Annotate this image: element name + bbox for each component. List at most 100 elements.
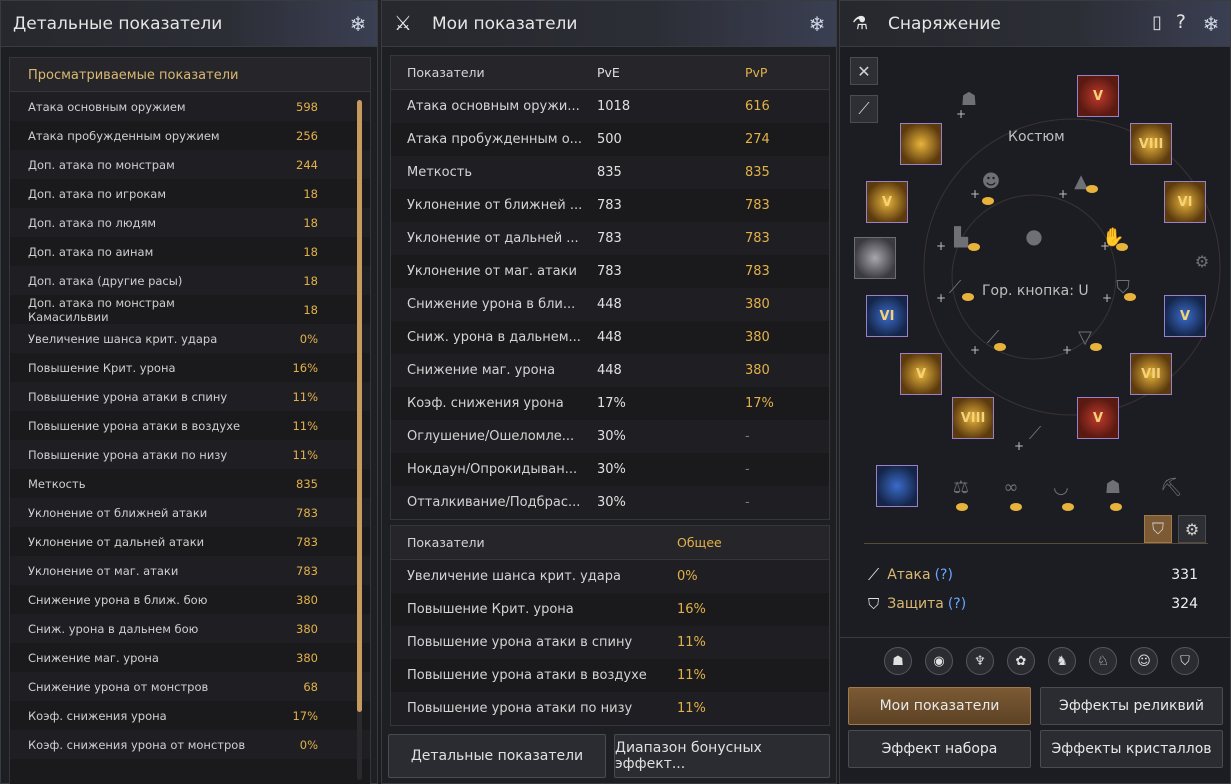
stat-value: 18 <box>303 215 318 230</box>
equip-slot-earring-right[interactable]: VI <box>1164 181 1206 223</box>
add-icon[interactable]: + <box>1062 343 1072 357</box>
stats-scrollbar[interactable] <box>357 100 362 780</box>
close-snowflake-icon[interactable]: ❄ <box>1200 13 1222 35</box>
document-icon[interactable]: ▯ <box>1152 12 1162 33</box>
pickaxe-icon[interactable]: ⟋ <box>850 95 878 123</box>
close-snowflake-icon[interactable]: ❄ <box>347 13 369 35</box>
stat-row: Уклонение от маг. атаки 783 <box>10 556 370 585</box>
paw-icon[interactable]: ✿ <box>1007 647 1035 675</box>
equip-slot-alchemy-stone[interactable] <box>876 465 918 507</box>
pickaxe-icon[interactable]: ⛏ <box>1160 477 1183 499</box>
demon-icon[interactable]: ♆ <box>966 647 994 675</box>
add-icon[interactable]: + <box>956 107 966 121</box>
crystal-effects-button[interactable]: Эффекты кристаллов <box>1040 730 1223 768</box>
detailed-stats-title: Детальные показатели <box>13 13 223 34</box>
equip-slot-helmet[interactable]: V <box>1077 75 1119 117</box>
close-snowflake-icon[interactable]: ❄ <box>806 13 828 35</box>
crossed-swords-icon[interactable]: ✕ <box>850 57 878 85</box>
sword-shield-toggle-icon[interactable]: ⛉ <box>1144 515 1172 543</box>
stat-row: Атака основным оружием 598 <box>10 92 370 121</box>
stats-scrollbar-thumb[interactable] <box>357 100 362 712</box>
stat-value: 18 <box>303 244 318 259</box>
stat-row: Доп. атака по людям 18 <box>10 208 370 237</box>
add-icon[interactable]: + <box>1100 239 1110 253</box>
body-costume-icon[interactable]: ☗ <box>1102 477 1124 499</box>
lifeskill-scale-icon[interactable]: ⚖ <box>950 477 972 499</box>
stat-row: Уклонение от дальней атаки 783 <box>10 527 370 556</box>
add-icon[interactable]: + <box>1014 439 1024 453</box>
person-icon[interactable]: ☺ <box>1130 647 1158 675</box>
stat-name: Уклонение от ближней ... <box>407 198 583 213</box>
equipment-icon: ⚗ <box>852 13 869 34</box>
table-row: Атака основным оружи... 1018 616 <box>391 90 829 123</box>
col-header-pvp: PvP <box>745 65 768 80</box>
equip-slot-boots[interactable]: VIII <box>952 397 994 439</box>
total-value: 11% <box>677 668 706 683</box>
stat-name: Повышение Крит. урона <box>28 360 176 375</box>
defense-help[interactable]: (?) <box>948 596 966 612</box>
category-icon-row: ☗ ◉ ♆ ✿ ♞ ♘ ☺ ⛉ <box>884 647 1199 675</box>
add-icon[interactable]: + <box>970 343 980 357</box>
table-row: Атака пробужденным о... 500 274 <box>391 123 829 156</box>
add-icon[interactable]: + <box>1102 291 1112 305</box>
stat-name: Увеличение шанса крит. удара <box>407 569 621 584</box>
stat-name: Повышение урона атаки в воздухе <box>407 668 647 683</box>
coin-icon <box>1116 243 1128 251</box>
equip-slot-armor[interactable]: V <box>1077 397 1119 439</box>
stat-name: Уклонение от маг. атаки <box>28 563 179 578</box>
add-icon[interactable]: + <box>970 187 980 201</box>
set-effect-button[interactable]: Эффект набора <box>848 730 1031 768</box>
stat-row: Повышение урона атаки в спину 11% <box>10 382 370 411</box>
equip-slot-earring-left[interactable] <box>900 123 942 165</box>
coin-icon <box>1010 503 1022 511</box>
horse-icon[interactable]: ♞ <box>1048 647 1076 675</box>
stat-value: 17% <box>292 708 318 723</box>
dragon-icon[interactable]: ♘ <box>1089 647 1117 675</box>
mask-icon[interactable]: ◉ <box>925 647 953 675</box>
settings-gear-icon[interactable]: ⚙ <box>1178 515 1206 543</box>
pvp-value: 380 <box>745 297 770 312</box>
relic-effects-button[interactable]: Эффекты реликвий <box>1040 687 1223 725</box>
coin-icon <box>968 243 980 251</box>
shield-icon[interactable]: ⛉ <box>1171 647 1199 675</box>
stat-value: 380 <box>296 621 318 636</box>
table-row: Уклонение от маг. атаки 783 783 <box>391 255 829 288</box>
lips-icon[interactable]: ◡ <box>1050 477 1072 499</box>
coin-icon <box>982 197 994 205</box>
equip-slot-ring-left[interactable]: V <box>866 181 908 223</box>
stat-row: Повышение урона атаки по низу 11% <box>10 440 370 469</box>
stat-name: Повышение Крит. урона <box>407 602 574 617</box>
bonus-range-button[interactable]: Диапазон бонусных эффект... <box>614 734 830 778</box>
attack-help[interactable]: (?) <box>935 567 953 583</box>
equip-slot-ring-right[interactable]: VIII <box>1130 123 1172 165</box>
equip-slot-main-weapon[interactable]: V <box>900 353 942 395</box>
equip-slot-necklace[interactable]: VII <box>1130 353 1172 395</box>
pve-value: 500 <box>597 132 622 147</box>
add-icon[interactable]: + <box>936 291 946 305</box>
pve-value: 30% <box>597 429 626 444</box>
glasses-icon[interactable]: ∞ <box>1000 477 1022 499</box>
stat-value: 18 <box>303 186 318 201</box>
pvp-value: 380 <box>745 330 770 345</box>
pve-value: 448 <box>597 330 622 345</box>
stat-row: Повышение урона атаки в воздухе 11% <box>10 411 370 440</box>
sword-shield-icon: ⚔ <box>394 10 412 35</box>
stat-name: Доп. атака по людям <box>28 215 157 230</box>
pvp-value: 380 <box>745 363 770 378</box>
attack-label: Атака <box>887 567 931 583</box>
divider <box>840 637 1231 638</box>
costume-lifeskill-tool-icon[interactable]: ⟋ <box>1024 423 1046 445</box>
equip-slot-sub-weapon[interactable]: V <box>1164 295 1206 337</box>
character-icon[interactable]: ☗ <box>884 647 912 675</box>
equip-slot-belt[interactable] <box>854 237 896 279</box>
stat-name: Доп. атака (другие расы) <box>28 273 183 288</box>
pvp-value: 783 <box>745 231 770 246</box>
costume-head-icon[interactable]: ☻ <box>980 171 1002 193</box>
stat-value: 11% <box>292 389 318 404</box>
help-icon[interactable]: ? <box>1176 11 1186 33</box>
my-stats-button[interactable]: Мои показатели <box>848 687 1031 725</box>
equip-slot-awakening-weapon[interactable]: VI <box>866 295 908 337</box>
detailed-stats-button[interactable]: Детальные показатели <box>388 734 606 778</box>
add-icon[interactable]: + <box>936 239 946 253</box>
add-icon[interactable]: + <box>1058 187 1068 201</box>
